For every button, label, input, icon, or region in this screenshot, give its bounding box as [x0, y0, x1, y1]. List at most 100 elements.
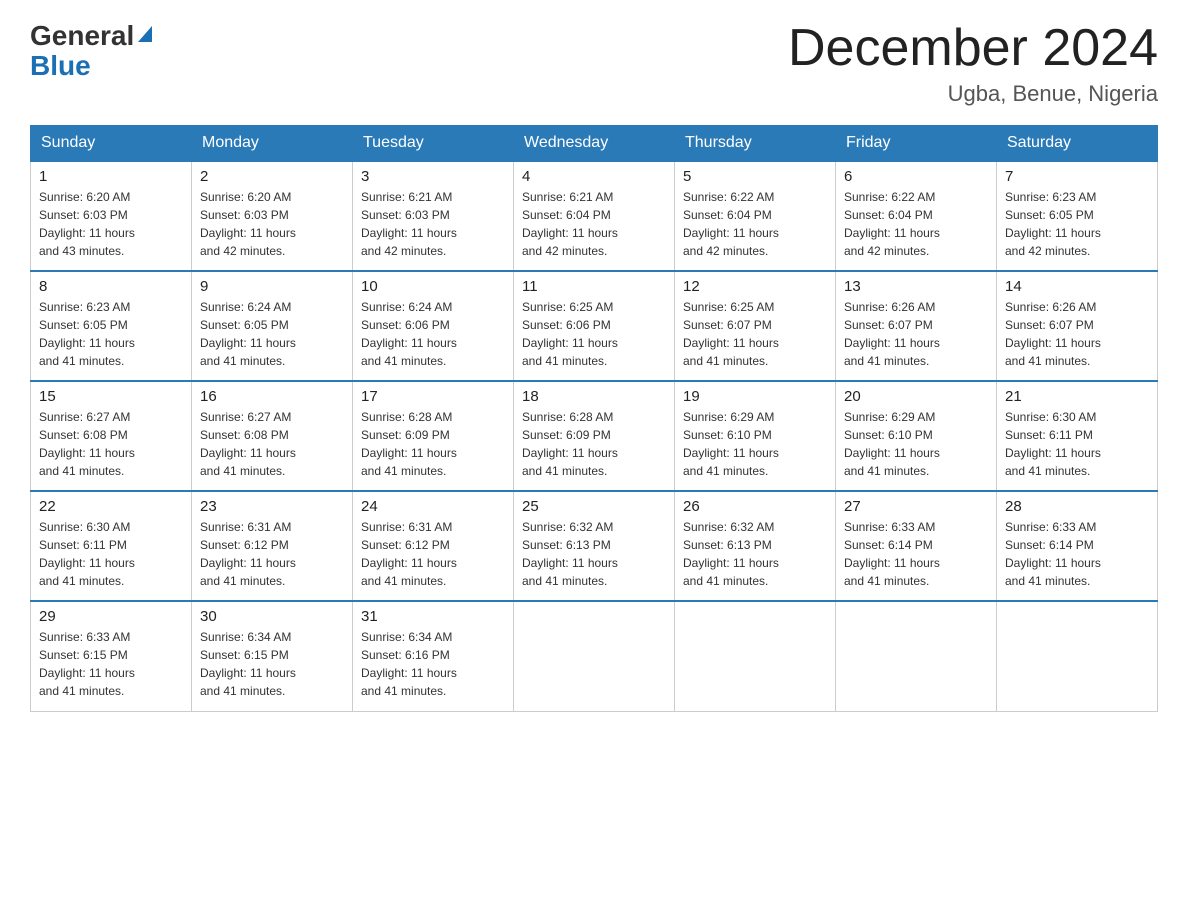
calendar-cell: 3 Sunrise: 6:21 AMSunset: 6:03 PMDayligh… — [353, 161, 514, 271]
day-info: Sunrise: 6:32 AMSunset: 6:13 PMDaylight:… — [522, 520, 618, 588]
col-header-thursday: Thursday — [675, 126, 836, 162]
day-info: Sunrise: 6:27 AMSunset: 6:08 PMDaylight:… — [39, 410, 135, 478]
calendar-table: SundayMondayTuesdayWednesdayThursdayFrid… — [30, 125, 1158, 712]
col-header-tuesday: Tuesday — [353, 126, 514, 162]
calendar-week-row: 15 Sunrise: 6:27 AMSunset: 6:08 PMDaylig… — [31, 381, 1158, 491]
day-info: Sunrise: 6:30 AMSunset: 6:11 PMDaylight:… — [1005, 410, 1101, 478]
day-info: Sunrise: 6:23 AMSunset: 6:05 PMDaylight:… — [1005, 190, 1101, 258]
day-number: 26 — [683, 498, 827, 515]
day-number: 22 — [39, 498, 183, 515]
day-number: 16 — [200, 388, 344, 405]
day-info: Sunrise: 6:24 AMSunset: 6:05 PMDaylight:… — [200, 300, 296, 368]
calendar-header-row: SundayMondayTuesdayWednesdayThursdayFrid… — [31, 126, 1158, 162]
calendar-cell: 9 Sunrise: 6:24 AMSunset: 6:05 PMDayligh… — [192, 271, 353, 381]
calendar-cell: 5 Sunrise: 6:22 AMSunset: 6:04 PMDayligh… — [675, 161, 836, 271]
calendar-cell: 10 Sunrise: 6:24 AMSunset: 6:06 PMDaylig… — [353, 271, 514, 381]
calendar-week-row: 8 Sunrise: 6:23 AMSunset: 6:05 PMDayligh… — [31, 271, 1158, 381]
day-number: 20 — [844, 388, 988, 405]
col-header-sunday: Sunday — [31, 126, 192, 162]
day-number: 17 — [361, 388, 505, 405]
day-number: 19 — [683, 388, 827, 405]
col-header-friday: Friday — [836, 126, 997, 162]
day-number: 2 — [200, 168, 344, 185]
day-info: Sunrise: 6:21 AMSunset: 6:03 PMDaylight:… — [361, 190, 457, 258]
day-info: Sunrise: 6:31 AMSunset: 6:12 PMDaylight:… — [361, 520, 457, 588]
calendar-cell: 1 Sunrise: 6:20 AMSunset: 6:03 PMDayligh… — [31, 161, 192, 271]
day-number: 27 — [844, 498, 988, 515]
day-info: Sunrise: 6:29 AMSunset: 6:10 PMDaylight:… — [844, 410, 940, 478]
calendar-cell: 7 Sunrise: 6:23 AMSunset: 6:05 PMDayligh… — [997, 161, 1158, 271]
day-number: 4 — [522, 168, 666, 185]
day-number: 5 — [683, 168, 827, 185]
calendar-cell: 19 Sunrise: 6:29 AMSunset: 6:10 PMDaylig… — [675, 381, 836, 491]
calendar-cell: 20 Sunrise: 6:29 AMSunset: 6:10 PMDaylig… — [836, 381, 997, 491]
day-info: Sunrise: 6:23 AMSunset: 6:05 PMDaylight:… — [39, 300, 135, 368]
day-number: 14 — [1005, 278, 1149, 295]
calendar-cell — [836, 601, 997, 711]
calendar-cell: 27 Sunrise: 6:33 AMSunset: 6:14 PMDaylig… — [836, 491, 997, 601]
day-number: 30 — [200, 608, 344, 625]
day-number: 31 — [361, 608, 505, 625]
calendar-cell: 2 Sunrise: 6:20 AMSunset: 6:03 PMDayligh… — [192, 161, 353, 271]
calendar-cell — [514, 601, 675, 711]
day-info: Sunrise: 6:26 AMSunset: 6:07 PMDaylight:… — [844, 300, 940, 368]
day-info: Sunrise: 6:33 AMSunset: 6:14 PMDaylight:… — [1005, 520, 1101, 588]
calendar-cell: 11 Sunrise: 6:25 AMSunset: 6:06 PMDaylig… — [514, 271, 675, 381]
day-number: 11 — [522, 278, 666, 295]
day-info: Sunrise: 6:31 AMSunset: 6:12 PMDaylight:… — [200, 520, 296, 588]
day-number: 15 — [39, 388, 183, 405]
day-number: 23 — [200, 498, 344, 515]
day-info: Sunrise: 6:20 AMSunset: 6:03 PMDaylight:… — [39, 190, 135, 258]
calendar-cell: 25 Sunrise: 6:32 AMSunset: 6:13 PMDaylig… — [514, 491, 675, 601]
calendar-cell: 15 Sunrise: 6:27 AMSunset: 6:08 PMDaylig… — [31, 381, 192, 491]
day-info: Sunrise: 6:33 AMSunset: 6:14 PMDaylight:… — [844, 520, 940, 588]
calendar-cell: 12 Sunrise: 6:25 AMSunset: 6:07 PMDaylig… — [675, 271, 836, 381]
calendar-cell: 22 Sunrise: 6:30 AMSunset: 6:11 PMDaylig… — [31, 491, 192, 601]
logo-general-text: General — [30, 20, 134, 52]
day-number: 21 — [1005, 388, 1149, 405]
calendar-cell: 23 Sunrise: 6:31 AMSunset: 6:12 PMDaylig… — [192, 491, 353, 601]
calendar-cell: 8 Sunrise: 6:23 AMSunset: 6:05 PMDayligh… — [31, 271, 192, 381]
day-number: 6 — [844, 168, 988, 185]
day-number: 25 — [522, 498, 666, 515]
calendar-cell: 13 Sunrise: 6:26 AMSunset: 6:07 PMDaylig… — [836, 271, 997, 381]
calendar-cell: 21 Sunrise: 6:30 AMSunset: 6:11 PMDaylig… — [997, 381, 1158, 491]
calendar-cell: 31 Sunrise: 6:34 AMSunset: 6:16 PMDaylig… — [353, 601, 514, 711]
day-info: Sunrise: 6:22 AMSunset: 6:04 PMDaylight:… — [683, 190, 779, 258]
logo-blue-part — [136, 30, 152, 42]
day-number: 1 — [39, 168, 183, 185]
header: General Blue December 2024 Ugba, Benue, … — [30, 20, 1158, 107]
day-number: 7 — [1005, 168, 1149, 185]
calendar-week-row: 22 Sunrise: 6:30 AMSunset: 6:11 PMDaylig… — [31, 491, 1158, 601]
calendar-cell: 26 Sunrise: 6:32 AMSunset: 6:13 PMDaylig… — [675, 491, 836, 601]
day-info: Sunrise: 6:22 AMSunset: 6:04 PMDaylight:… — [844, 190, 940, 258]
day-number: 9 — [200, 278, 344, 295]
day-number: 24 — [361, 498, 505, 515]
day-info: Sunrise: 6:29 AMSunset: 6:10 PMDaylight:… — [683, 410, 779, 478]
day-number: 13 — [844, 278, 988, 295]
day-info: Sunrise: 6:20 AMSunset: 6:03 PMDaylight:… — [200, 190, 296, 258]
day-number: 28 — [1005, 498, 1149, 515]
calendar-cell: 17 Sunrise: 6:28 AMSunset: 6:09 PMDaylig… — [353, 381, 514, 491]
col-header-saturday: Saturday — [997, 126, 1158, 162]
calendar-cell: 24 Sunrise: 6:31 AMSunset: 6:12 PMDaylig… — [353, 491, 514, 601]
day-info: Sunrise: 6:28 AMSunset: 6:09 PMDaylight:… — [361, 410, 457, 478]
day-number: 12 — [683, 278, 827, 295]
day-info: Sunrise: 6:32 AMSunset: 6:13 PMDaylight:… — [683, 520, 779, 588]
calendar-cell: 30 Sunrise: 6:34 AMSunset: 6:15 PMDaylig… — [192, 601, 353, 711]
col-header-monday: Monday — [192, 126, 353, 162]
calendar-cell: 16 Sunrise: 6:27 AMSunset: 6:08 PMDaylig… — [192, 381, 353, 491]
calendar-cell — [997, 601, 1158, 711]
day-info: Sunrise: 6:25 AMSunset: 6:06 PMDaylight:… — [522, 300, 618, 368]
day-info: Sunrise: 6:33 AMSunset: 6:15 PMDaylight:… — [39, 630, 135, 698]
day-number: 18 — [522, 388, 666, 405]
day-info: Sunrise: 6:34 AMSunset: 6:15 PMDaylight:… — [200, 630, 296, 698]
day-info: Sunrise: 6:34 AMSunset: 6:16 PMDaylight:… — [361, 630, 457, 698]
calendar-cell: 18 Sunrise: 6:28 AMSunset: 6:09 PMDaylig… — [514, 381, 675, 491]
day-info: Sunrise: 6:27 AMSunset: 6:08 PMDaylight:… — [200, 410, 296, 478]
calendar-week-row: 29 Sunrise: 6:33 AMSunset: 6:15 PMDaylig… — [31, 601, 1158, 711]
title-area: December 2024 Ugba, Benue, Nigeria — [788, 20, 1158, 107]
day-info: Sunrise: 6:26 AMSunset: 6:07 PMDaylight:… — [1005, 300, 1101, 368]
col-header-wednesday: Wednesday — [514, 126, 675, 162]
logo: General Blue — [30, 20, 152, 80]
